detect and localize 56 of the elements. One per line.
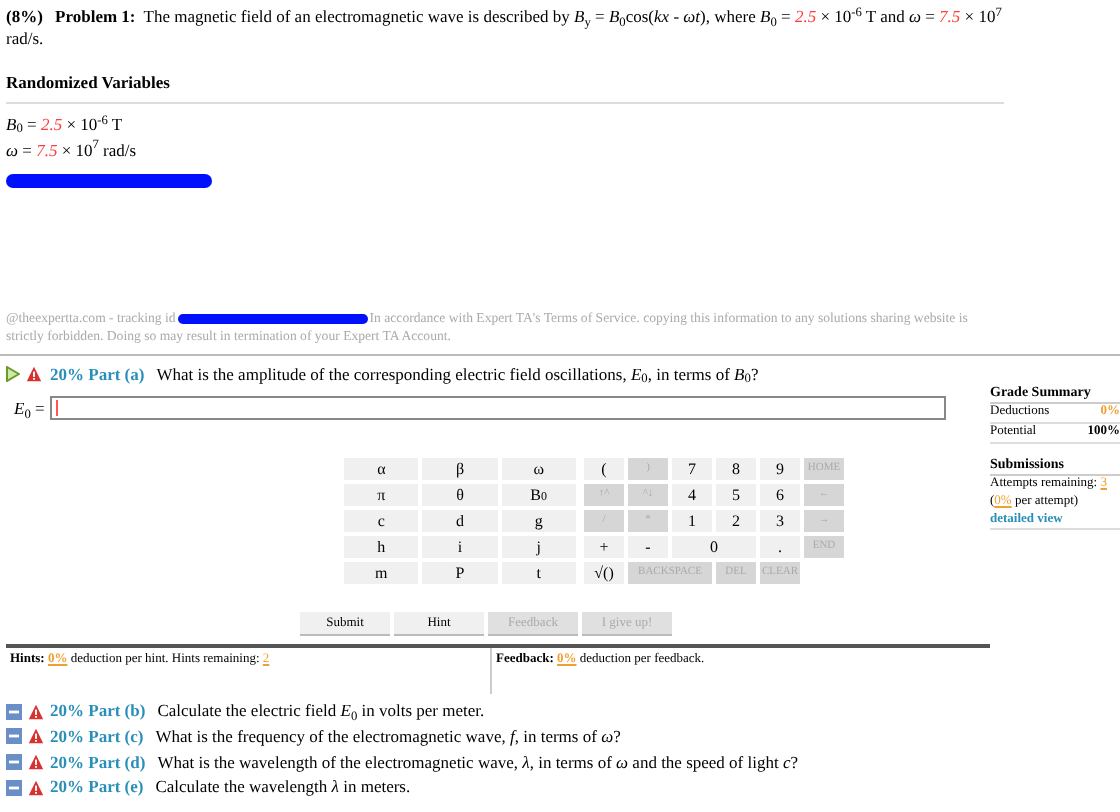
variable-line: B$_{0}$ = 2.5 × 10$^{-6}$ T [6,113,125,135]
keypad-key[interactable]: 3 [758,508,802,535]
keypad-key[interactable]: 8 [714,456,758,483]
part-label[interactable]: 20% Part (d) [50,751,146,773]
keypad-key[interactable]: 5 [714,482,758,509]
variable-line: ω = 7.5 × 10$^{7}$ rad/s [6,139,139,161]
symbol-key[interactable]: m [342,560,421,587]
symbol-key[interactable]: i [420,534,500,561]
symbol-key[interactable]: B$_{0}$ [499,482,578,509]
question-text: What is the amplitude of the corresponding electric field oscillations, E$_{0}$, in terms of B$_{0}$? [156,363,759,385]
symbol-key[interactable]: α [342,456,421,483]
symbol-key[interactable]: θ [420,482,500,509]
problem-statement: (8%) Problem 1: The magnetic field of an electromagnetic wave is described by B$_{y}$ = B$_{0}$cos(kx - ωt), where B$_{0}$ = 2.5 × 10$^{-6}$ T and ω = 7.5 × 10$^{7}$ rad/s. [6,6,1004,49]
symbol-key[interactable]: h [342,534,421,561]
symbol-key[interactable]: g [499,508,578,535]
keypad-key[interactable]: √() [582,560,626,587]
warning-icon [28,753,44,770]
collapse-icon[interactable] [6,779,22,796]
keypad-key[interactable]: 0 [670,534,758,561]
field-label: E$_{0}$ = [14,398,45,420]
warning-icon [28,703,44,720]
collapse-icon[interactable] [6,753,22,770]
symbol-key[interactable]: d [420,508,500,535]
collapse-icon[interactable] [6,703,22,720]
answer-field[interactable] [50,396,947,421]
question-text: Calculate the wavelength λ in meters. [155,776,411,798]
keypad-key[interactable]: 1 [670,508,714,535]
question-text: What is the frequency of the electromagnetic wave, f, in terms of ω? [155,726,621,748]
part-label[interactable]: 20% Part (b) [50,700,146,723]
collapse-icon[interactable] [6,728,22,745]
keypad-key[interactable]: . [758,534,802,561]
symbol-key[interactable]: t [499,560,578,587]
part-label[interactable]: 20% Part (c) [50,726,144,748]
part-label: 20% Part (a) [50,363,145,385]
symbol-key[interactable]: ω [499,456,578,483]
symbol-key[interactable]: P [420,560,500,587]
part-label[interactable]: 20% Part (e) [50,776,144,798]
symbol-key[interactable]: j [499,534,578,561]
keypad-key[interactable]: 6 [758,482,802,509]
keypad-key[interactable]: 4 [670,482,714,509]
keypad-key[interactable]: - [626,534,670,561]
symbol-key[interactable]: π [342,482,421,509]
warning-icon [28,779,44,796]
warning-icon [28,728,44,745]
section-heading: Randomized Variables [6,72,1004,104]
keypad-key[interactable]: + [582,534,626,561]
keypad-key[interactable]: 7 [670,456,714,483]
question-text: What is the wavelength of the electromagnetic wave, λ, in terms of ω and the speed of light c? [157,751,799,773]
warning-icon [26,366,42,383]
keypad-key[interactable]: 9 [758,456,802,483]
symbol-key[interactable]: c [342,508,421,535]
symbol-key[interactable]: β [420,456,500,483]
keypad-key[interactable]: ( [582,456,626,483]
question-text: Calculate the electric field E$_{0}$ in volts per meter. [157,700,485,723]
keypad-key[interactable]: 2 [714,508,758,535]
play-icon[interactable] [6,366,20,383]
